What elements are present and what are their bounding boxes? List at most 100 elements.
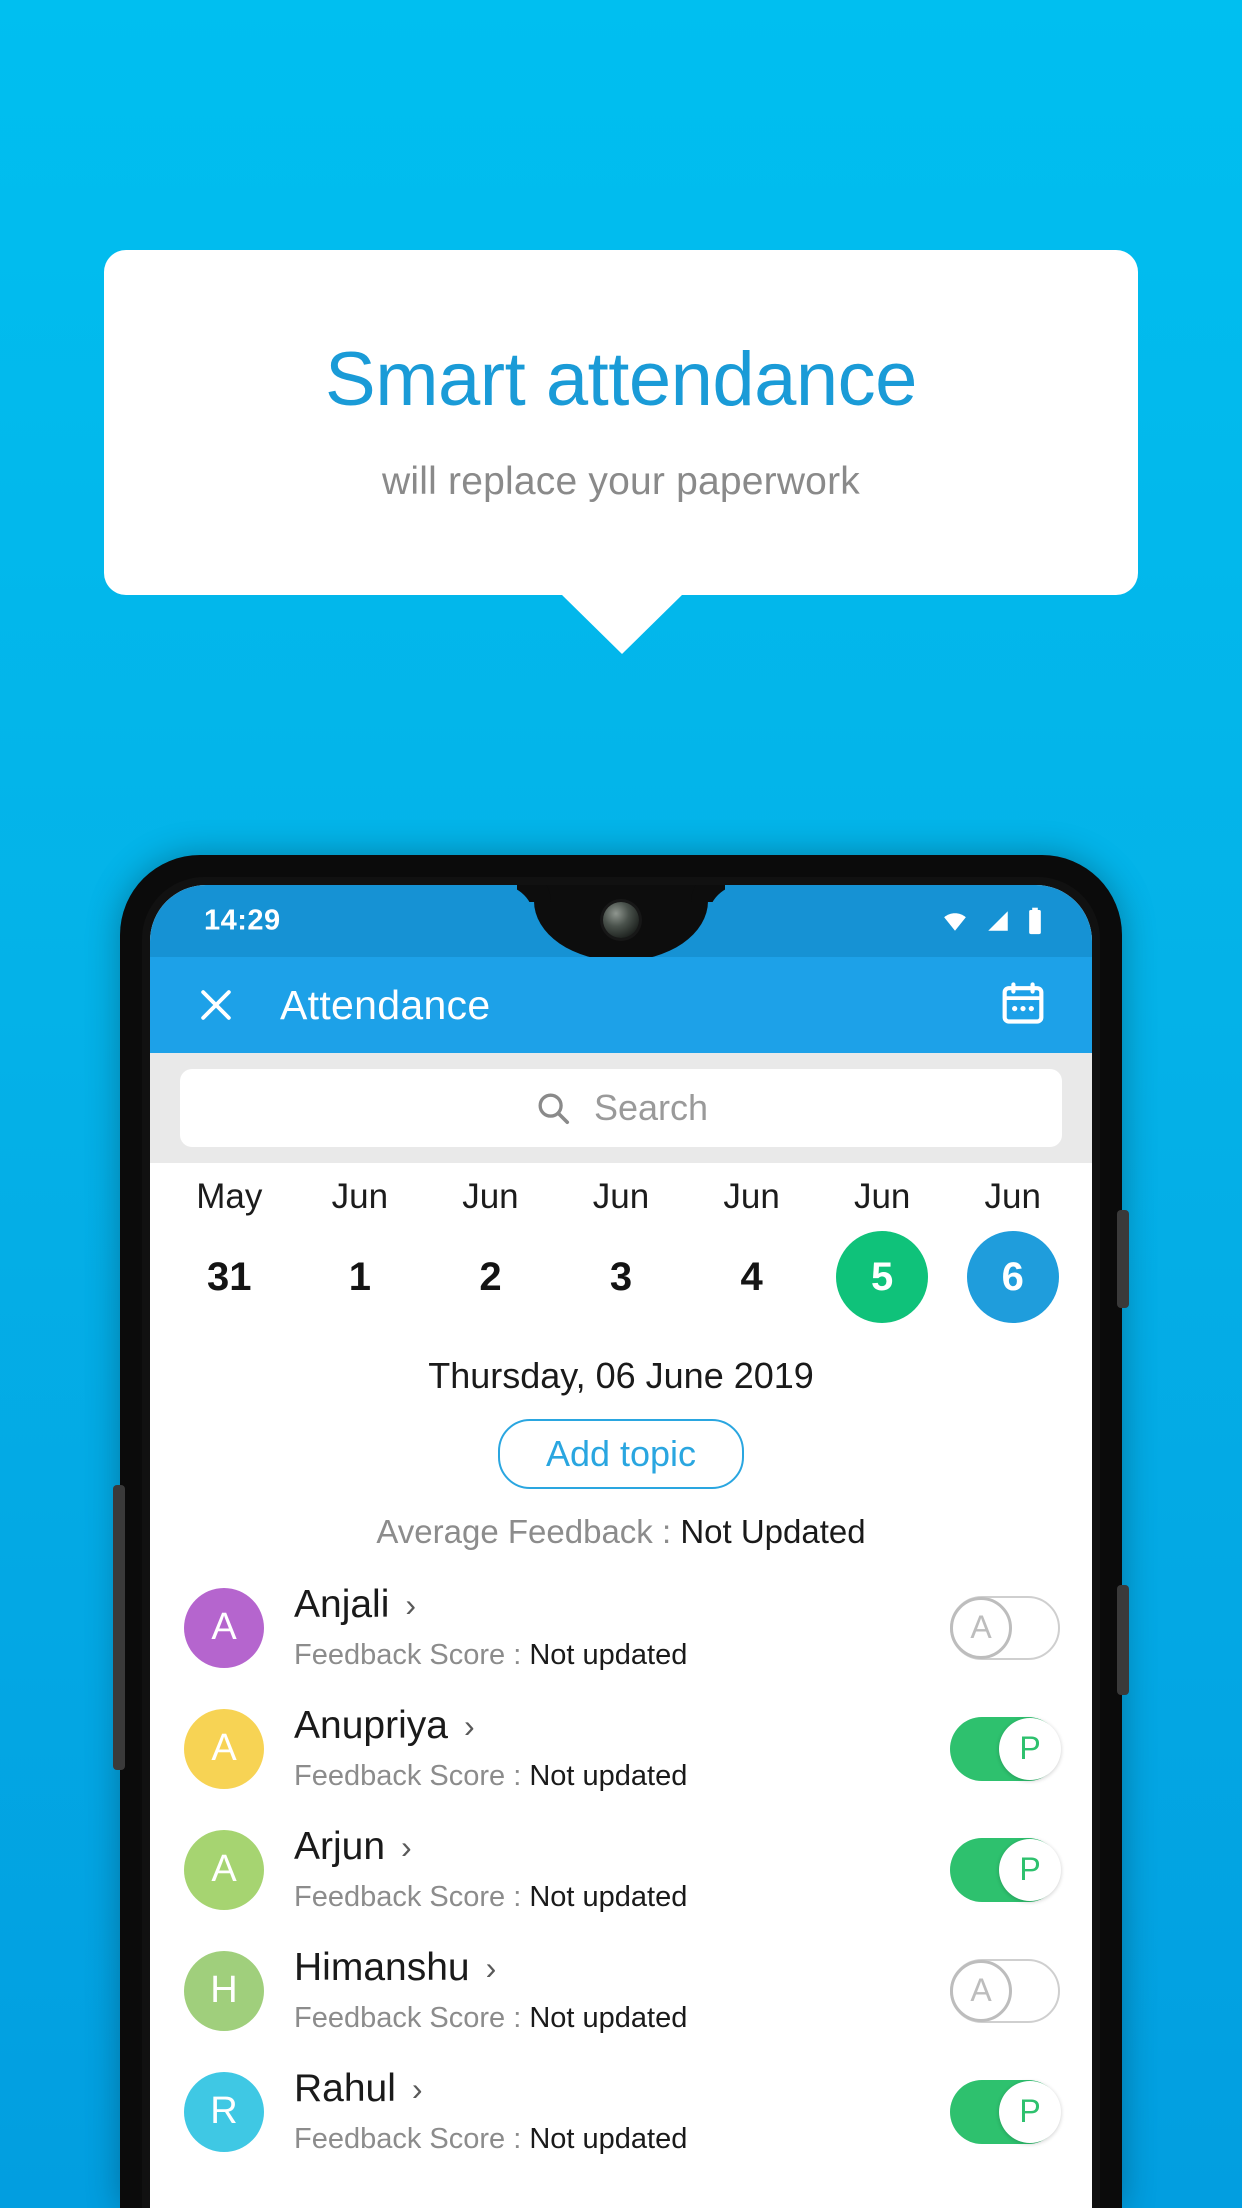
close-button[interactable] — [190, 979, 242, 1031]
student-name-row[interactable]: Anjali › — [294, 1583, 950, 1627]
search-input[interactable]: Search — [180, 1069, 1062, 1147]
student-name: Rahul — [294, 2067, 396, 2110]
date-cell[interactable]: Jun 4 — [686, 1177, 817, 1323]
student-name: Himanshu — [294, 1946, 470, 1989]
chevron-right-icon: › — [411, 2071, 423, 2107]
attendance-toggle[interactable]: P — [950, 1716, 1061, 1781]
date-cell[interactable]: Jun 2 — [425, 1177, 556, 1323]
average-feedback: Average Feedback : Not Updated — [150, 1513, 1092, 1551]
date-day: 3 — [609, 1254, 633, 1299]
date-day: 1 — [348, 1254, 371, 1299]
phone-mockup: 14:29 Attendance Search May 31 Jun 1 Jun… — [113, 855, 1129, 2208]
status-bar: 14:29 — [150, 885, 1092, 961]
table-row[interactable]: A Anjali › Feedback Score : Not updated … — [150, 1567, 1092, 1688]
date-month: May — [196, 1177, 263, 1216]
date-month: Jun — [462, 1177, 519, 1216]
feedback-value: Not updated — [529, 1760, 688, 1792]
app-bar: Attendance — [150, 957, 1092, 1053]
avatar: R — [184, 2071, 264, 2152]
power-button[interactable] — [1117, 1210, 1129, 1308]
feedback-score: Feedback Score : Not updated — [294, 2123, 950, 2156]
table-row[interactable]: A Anupriya › Feedback Score : Not update… — [150, 1688, 1092, 1809]
date-month: Jun — [984, 1177, 1041, 1216]
student-list: A Anjali › Feedback Score : Not updated … — [150, 1567, 1092, 2172]
feedback-value: Not updated — [529, 2123, 688, 2155]
date-day: 5 — [836, 1231, 929, 1323]
student-info: Rahul › Feedback Score : Not updated — [294, 2067, 950, 2156]
date-month: Jun — [331, 1177, 389, 1216]
chevron-right-icon: › — [463, 1708, 475, 1744]
battery-icon — [1029, 907, 1041, 935]
toggle-knob: P — [999, 2080, 1061, 2143]
date-cell-marked[interactable]: Jun 5 — [817, 1177, 948, 1323]
search-container: Search — [150, 1053, 1092, 1163]
student-info: Himanshu › Feedback Score : Not updated — [294, 1946, 950, 2035]
feedback-score: Feedback Score : Not updated — [294, 2002, 950, 2035]
toggle-knob: A — [950, 1959, 1012, 2022]
volume-button[interactable] — [113, 1485, 125, 1770]
calendar-button[interactable] — [998, 979, 1050, 1031]
feedback-value: Not updated — [529, 1639, 688, 1671]
attendance-toggle[interactable]: P — [950, 1837, 1061, 1902]
avatar: A — [184, 1708, 264, 1789]
front-camera — [603, 902, 639, 938]
phone-bezel: 14:29 Attendance Search May 31 Jun 1 Jun… — [142, 877, 1100, 2208]
student-name-row[interactable]: Arjun › — [294, 1825, 950, 1869]
status-time: 14:29 — [204, 904, 281, 937]
date-month: Jun — [723, 1177, 780, 1216]
toggle-knob: A — [950, 1596, 1012, 1659]
date-day: 6 — [966, 1231, 1059, 1323]
student-name-row[interactable]: Himanshu › — [294, 1946, 950, 1990]
toggle-knob: P — [999, 1717, 1061, 1780]
date-month: Jun — [592, 1177, 650, 1216]
date-cell[interactable]: Jun 1 — [295, 1177, 426, 1323]
table-row[interactable]: R Rahul › Feedback Score : Not updated P — [150, 2051, 1092, 2172]
phone-screen: 14:29 Attendance Search May 31 Jun 1 Jun… — [150, 885, 1092, 2208]
date-month: Jun — [853, 1177, 911, 1216]
selected-day-label: Thursday, 06 June 2019 — [428, 1355, 814, 1396]
search-placeholder: Search — [593, 1087, 709, 1128]
date-day: 2 — [479, 1254, 502, 1299]
promo-title: Smart attendance — [325, 336, 917, 422]
student-name: Arjun — [294, 1825, 386, 1868]
student-info: Arjun › Feedback Score : Not updated — [294, 1825, 950, 1914]
student-info: Anjali › Feedback Score : Not updated — [294, 1583, 950, 1672]
student-name: Anupriya — [294, 1704, 448, 1747]
promo-callout-card: Smart attendance will replace your paper… — [104, 250, 1138, 595]
side-button[interactable] — [1117, 1585, 1129, 1695]
feedback-score: Feedback Score : Not updated — [294, 1639, 950, 1672]
avatar: A — [184, 1829, 264, 1910]
feedback-label: Feedback Score : — [294, 2123, 530, 2155]
attendance-toggle[interactable]: A — [950, 1958, 1060, 2023]
wifi-icon — [944, 913, 966, 931]
feedback-label: Feedback Score : — [294, 1639, 530, 1671]
student-name: Anjali — [294, 1583, 390, 1626]
chevron-right-icon: › — [401, 1829, 412, 1865]
feedback-score: Feedback Score : Not updated — [294, 1881, 950, 1914]
date-cell[interactable]: May 31 — [164, 1177, 295, 1323]
attendance-toggle[interactable]: P — [950, 2079, 1061, 2144]
display-notch — [534, 885, 708, 961]
app-bar-title: Attendance — [280, 981, 491, 1028]
callout-tail — [561, 594, 683, 654]
table-row[interactable]: H Himanshu › Feedback Score : Not update… — [150, 1930, 1092, 2051]
signal-icon — [988, 911, 1008, 931]
status-icons — [940, 907, 1044, 935]
feedback-value: Not updated — [529, 1881, 688, 1913]
date-strip: May 31 Jun 1 Jun 2 Jun 3 Jun 4 Jun 5 Jun… — [150, 1163, 1092, 1329]
add-topic-button[interactable]: Add topic — [497, 1419, 745, 1489]
feedback-label: Feedback Score : — [294, 1881, 530, 1913]
table-row[interactable]: A Arjun › Feedback Score : Not updated P — [150, 1809, 1092, 1930]
date-cell[interactable]: Jun 3 — [556, 1177, 687, 1323]
average-feedback-label: Average Feedback : — [376, 1513, 681, 1550]
student-name-row[interactable]: Rahul › — [294, 2067, 950, 2111]
student-name-row[interactable]: Anupriya › — [294, 1704, 950, 1748]
date-day: 4 — [740, 1254, 763, 1299]
add-topic-container: Add topic — [150, 1419, 1092, 1489]
feedback-label: Feedback Score : — [294, 2002, 530, 2034]
calendar-icon — [1002, 982, 1044, 1024]
attendance-toggle[interactable]: A — [950, 1595, 1060, 1660]
search-icon — [538, 1093, 570, 1125]
promo-subtitle: will replace your paperwork — [382, 459, 860, 503]
date-cell-selected[interactable]: Jun 6 — [947, 1177, 1078, 1323]
